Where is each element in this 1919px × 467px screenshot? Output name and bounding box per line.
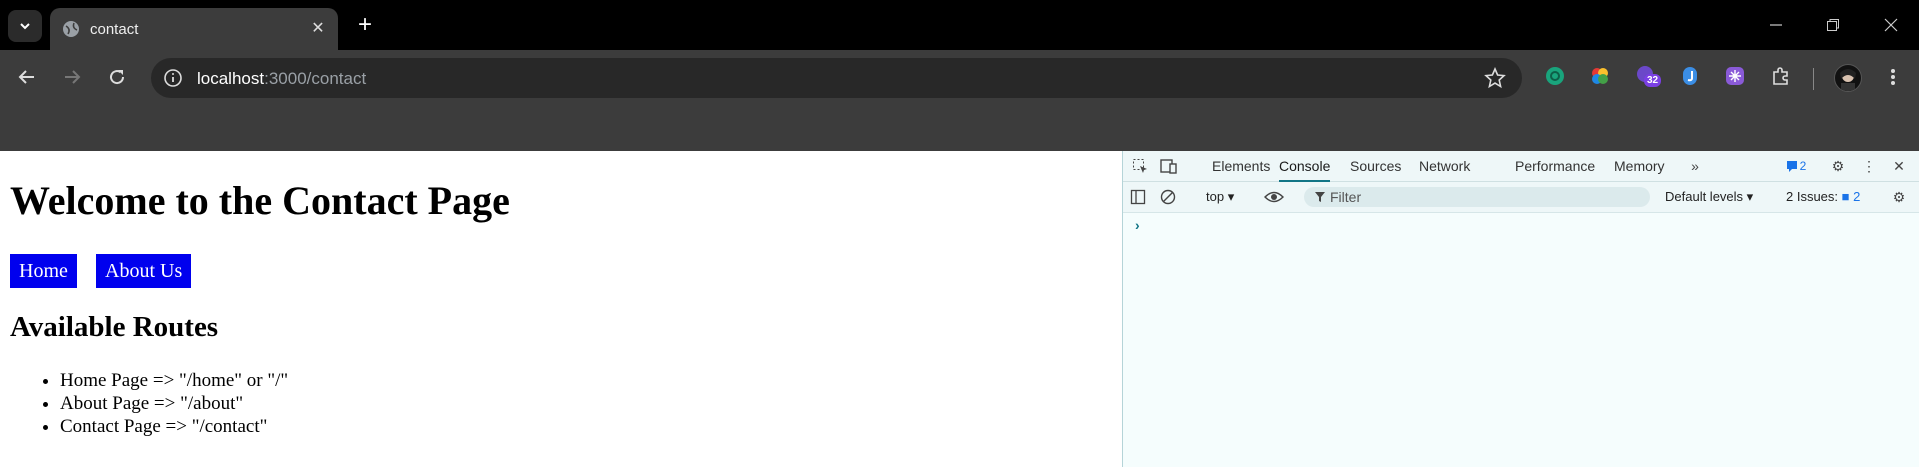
filter-icon xyxy=(1315,192,1325,202)
web-page: Welcome to the Contact Page Home About U… xyxy=(0,151,1122,467)
routes-heading: Available Routes xyxy=(10,311,219,343)
routes-list: Home Page => "/home" or "/" About Page =… xyxy=(20,369,288,438)
devtools-panel: Elements Console Sources Network Perform… xyxy=(1122,151,1919,467)
console-toolbar: top ▾ Filter Default levels ▾ 2 Issues: … xyxy=(1123,182,1919,213)
close-tab-icon[interactable]: ✕ xyxy=(306,16,330,40)
back-icon[interactable] xyxy=(12,62,42,92)
color-picker-extension-icon[interactable] xyxy=(1588,64,1612,88)
tab-console[interactable]: Console xyxy=(1279,151,1331,182)
chevron-down-icon xyxy=(20,23,30,30)
url-host: localhost xyxy=(197,69,265,88)
more-tabs-icon[interactable]: » xyxy=(1686,157,1704,175)
settings-gear-icon[interactable]: ⚙ xyxy=(1829,157,1847,175)
tab-memory[interactable]: Memory xyxy=(1614,151,1665,180)
site-info-icon[interactable] xyxy=(163,68,183,88)
list-item: About Page => "/about" xyxy=(60,392,288,415)
live-expression-eye-icon[interactable] xyxy=(1263,188,1285,206)
inspect-element-icon[interactable] xyxy=(1131,157,1149,175)
tab-performance[interactable]: Performance xyxy=(1515,151,1595,180)
extension-badge: 32 xyxy=(1644,74,1662,87)
close-window-icon[interactable] xyxy=(1871,10,1911,40)
browser-menu-icon[interactable] xyxy=(1878,62,1908,92)
page-title: Welcome to the Contact Page xyxy=(10,178,510,223)
list-item: Contact Page => "/contact" xyxy=(60,415,288,438)
console-filter-input[interactable]: Filter xyxy=(1304,187,1650,207)
tab-network[interactable]: Network xyxy=(1419,151,1470,180)
browser-toolbar: localhost:3000/contact 32 xyxy=(0,50,1919,102)
tab-title: contact xyxy=(90,21,139,38)
message-icon xyxy=(1786,161,1797,172)
chatgpt-extension-icon[interactable] xyxy=(1543,64,1567,88)
reload-icon[interactable] xyxy=(102,62,132,92)
profile-avatar[interactable] xyxy=(1834,64,1862,92)
context-selector[interactable]: top ▾ xyxy=(1206,189,1234,205)
console-prompt[interactable]: › xyxy=(1135,217,1140,233)
browser-tab[interactable]: contact ✕ xyxy=(50,8,338,50)
devtools-menu-icon[interactable]: ⋮ xyxy=(1860,157,1878,175)
console-settings-gear-icon[interactable]: ⚙ xyxy=(1890,188,1908,206)
extensions-puzzle-icon[interactable] xyxy=(1769,64,1793,88)
issues-label: 2 Issues: xyxy=(1786,189,1839,204)
globe-icon xyxy=(63,21,79,37)
about-us-button[interactable]: About Us xyxy=(96,254,192,288)
snowflake-extension-icon[interactable] xyxy=(1723,64,1747,88)
tab-search-button[interactable] xyxy=(8,10,42,42)
sidebar-toggle-icon[interactable] xyxy=(1129,188,1147,206)
j-extension-icon[interactable] xyxy=(1678,64,1702,88)
url-text: localhost:3000/contact xyxy=(197,69,366,89)
restore-icon[interactable] xyxy=(1813,10,1853,40)
issues-count: 2 xyxy=(1853,189,1861,204)
address-bar[interactable]: localhost:3000/contact xyxy=(151,58,1522,98)
messages-count: 2 xyxy=(1799,159,1807,173)
devtools-tabbar: Elements Console Sources Network Perform… xyxy=(1123,151,1919,182)
home-button[interactable]: Home xyxy=(10,254,77,288)
clear-console-icon[interactable] xyxy=(1159,188,1177,206)
tab-elements[interactable]: Elements xyxy=(1212,151,1270,180)
new-tab-button[interactable]: + xyxy=(352,11,378,38)
toolbar-divider xyxy=(1813,68,1814,90)
log-levels-value: Default levels xyxy=(1665,189,1744,204)
issues-indicator[interactable]: 2 Issues: ■ 2 xyxy=(1786,189,1860,204)
forward-icon[interactable] xyxy=(57,62,87,92)
filter-placeholder: Filter xyxy=(1330,189,1362,205)
minimize-icon[interactable] xyxy=(1756,10,1796,40)
tab-strip: contact ✕ + xyxy=(0,0,1919,50)
tab-sources[interactable]: Sources xyxy=(1350,151,1401,180)
list-item: Home Page => "/home" or "/" xyxy=(60,369,288,392)
notifications-extension-icon[interactable]: 32 xyxy=(1634,64,1662,88)
messages-indicator[interactable]: 2 xyxy=(1781,157,1811,175)
device-toolbar-icon[interactable] xyxy=(1160,157,1178,175)
close-devtools-icon[interactable]: ✕ xyxy=(1890,157,1908,175)
url-path: :3000/contact xyxy=(264,69,367,88)
context-value: top xyxy=(1206,189,1225,204)
bookmark-star-icon[interactable] xyxy=(1484,67,1506,89)
log-levels-dropdown[interactable]: Default levels ▾ xyxy=(1665,189,1753,205)
